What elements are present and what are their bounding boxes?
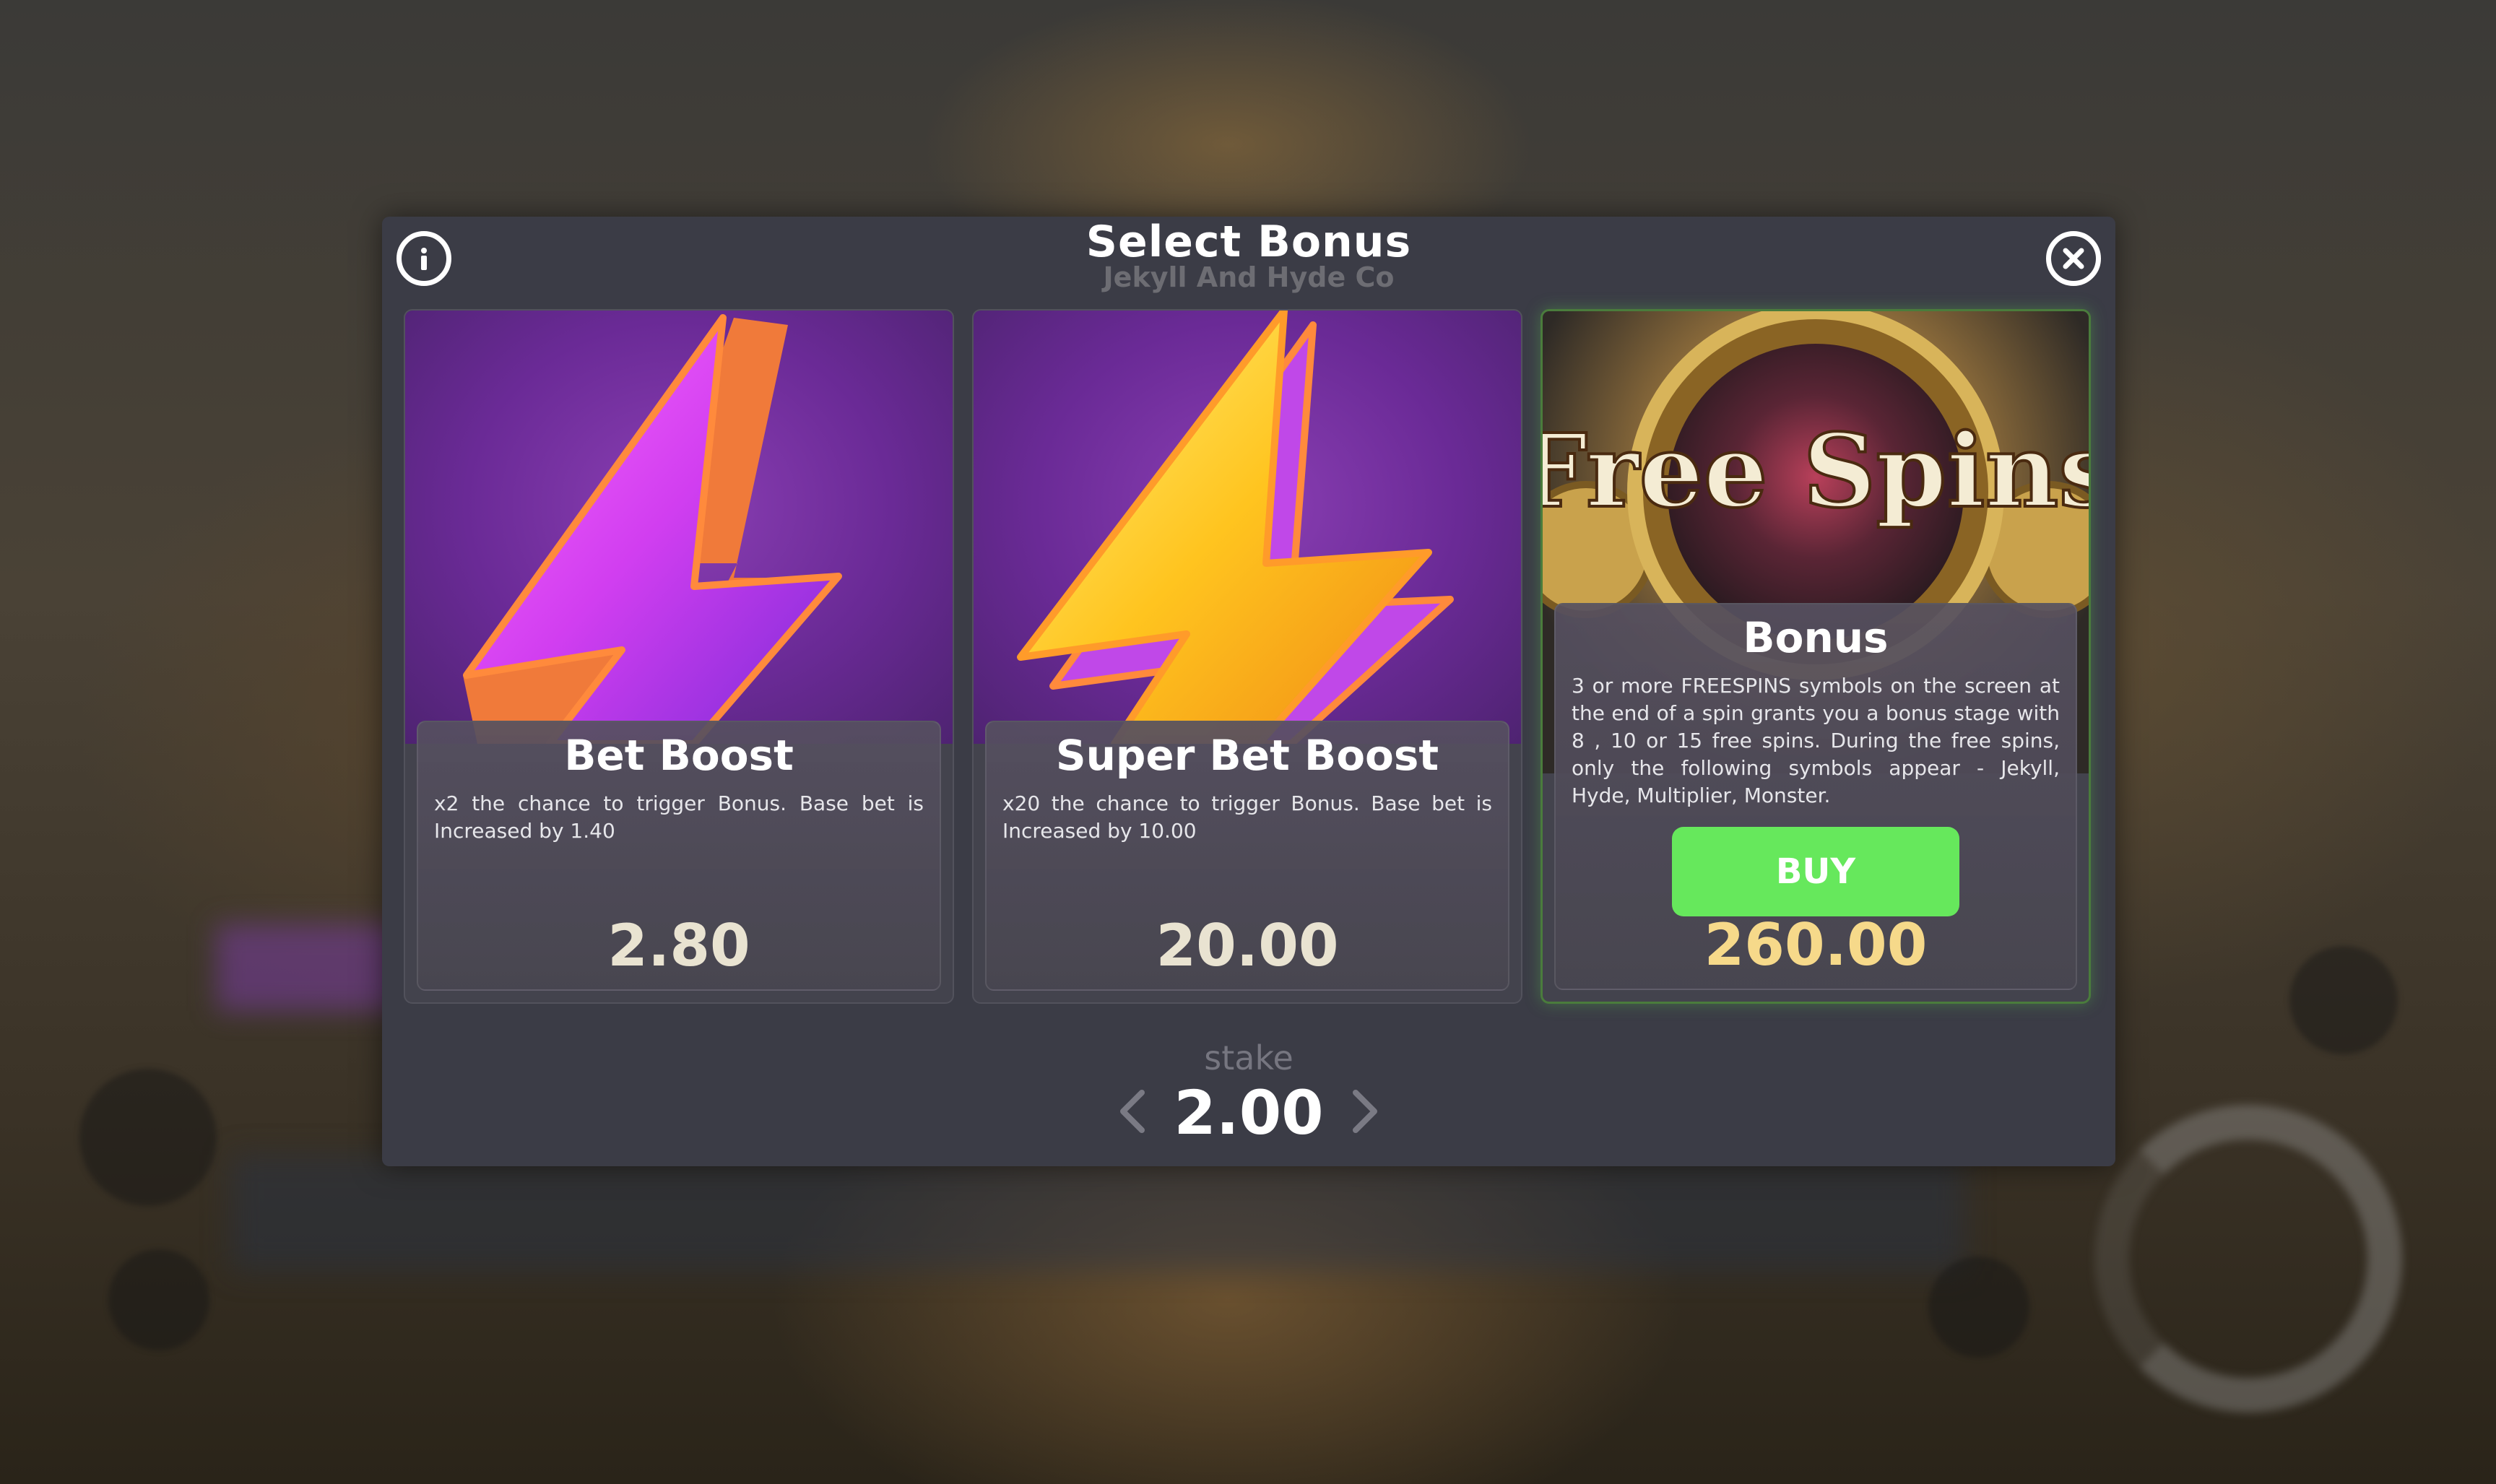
yellow-lightning-bolt-icon xyxy=(1017,311,1454,747)
dialog-title: Select Bonus xyxy=(1086,217,1412,267)
bet-boost-card[interactable]: Bet Boost x2 the chance to trigger Bonus… xyxy=(404,309,954,1004)
background-panel xyxy=(217,924,404,1011)
super-bet-boost-art xyxy=(974,311,1521,747)
bet-boost-title: Bet Boost xyxy=(564,731,794,780)
close-button[interactable] xyxy=(2046,231,2101,286)
purple-lightning-bolt-icon xyxy=(463,314,842,747)
autoplay-button-background xyxy=(79,1069,217,1206)
stake-value: 2.00 xyxy=(1174,1077,1324,1148)
free-spins-art-text: Free Spins xyxy=(1543,412,2089,531)
bet-boost-description: x2 the chance to trigger Bonus. Base bet… xyxy=(434,791,924,843)
super-bet-boost-title: Super Bet Boost xyxy=(1055,731,1439,780)
bet-button-background xyxy=(1928,1257,2029,1358)
super-bet-boost-panel: Super Bet Boost x20 the chance to trigge… xyxy=(985,721,1509,991)
turbo-button-background xyxy=(2289,946,2398,1054)
bonus-panel: Bonus 3 or more FREESPINS symbols on the… xyxy=(1554,603,2077,990)
bonus-price: 260.00 xyxy=(1704,911,1928,979)
bonus-description: 3 or more FREESPINS symbols on the scree… xyxy=(1572,674,2060,807)
bonus-card[interactable]: Free Spins Bonus 3 or more FREESPINS sym… xyxy=(1540,309,2091,1004)
spin-button-background xyxy=(2094,1105,2402,1413)
settings-button-background xyxy=(108,1249,209,1350)
super-bet-boost-price: 20.00 xyxy=(1156,912,1339,979)
super-bet-boost-description: x20 the chance to trigger Bonus. Base be… xyxy=(1002,791,1492,843)
bet-boost-art xyxy=(405,311,953,747)
background-reels xyxy=(231,1155,1964,1271)
stake-label: stake xyxy=(1204,1038,1294,1077)
bet-boost-panel: Bet Boost x2 the chance to trigger Bonus… xyxy=(417,721,941,991)
bet-boost-price: 2.80 xyxy=(607,912,750,979)
close-icon xyxy=(2063,248,2084,269)
dialog-subtitle: Jekyll And Hyde Co xyxy=(1103,261,1395,293)
chevron-right-icon[interactable] xyxy=(1340,1088,1386,1134)
select-bonus-dialog: Select Bonus Jekyll And Hyde Co Bet Boos… xyxy=(382,217,2115,1166)
bonus-title: Bonus xyxy=(1743,613,1889,662)
super-bet-boost-card[interactable]: Super Bet Boost x20 the chance to trigge… xyxy=(972,309,1522,1004)
buy-button[interactable]: BUY xyxy=(1672,827,1959,916)
